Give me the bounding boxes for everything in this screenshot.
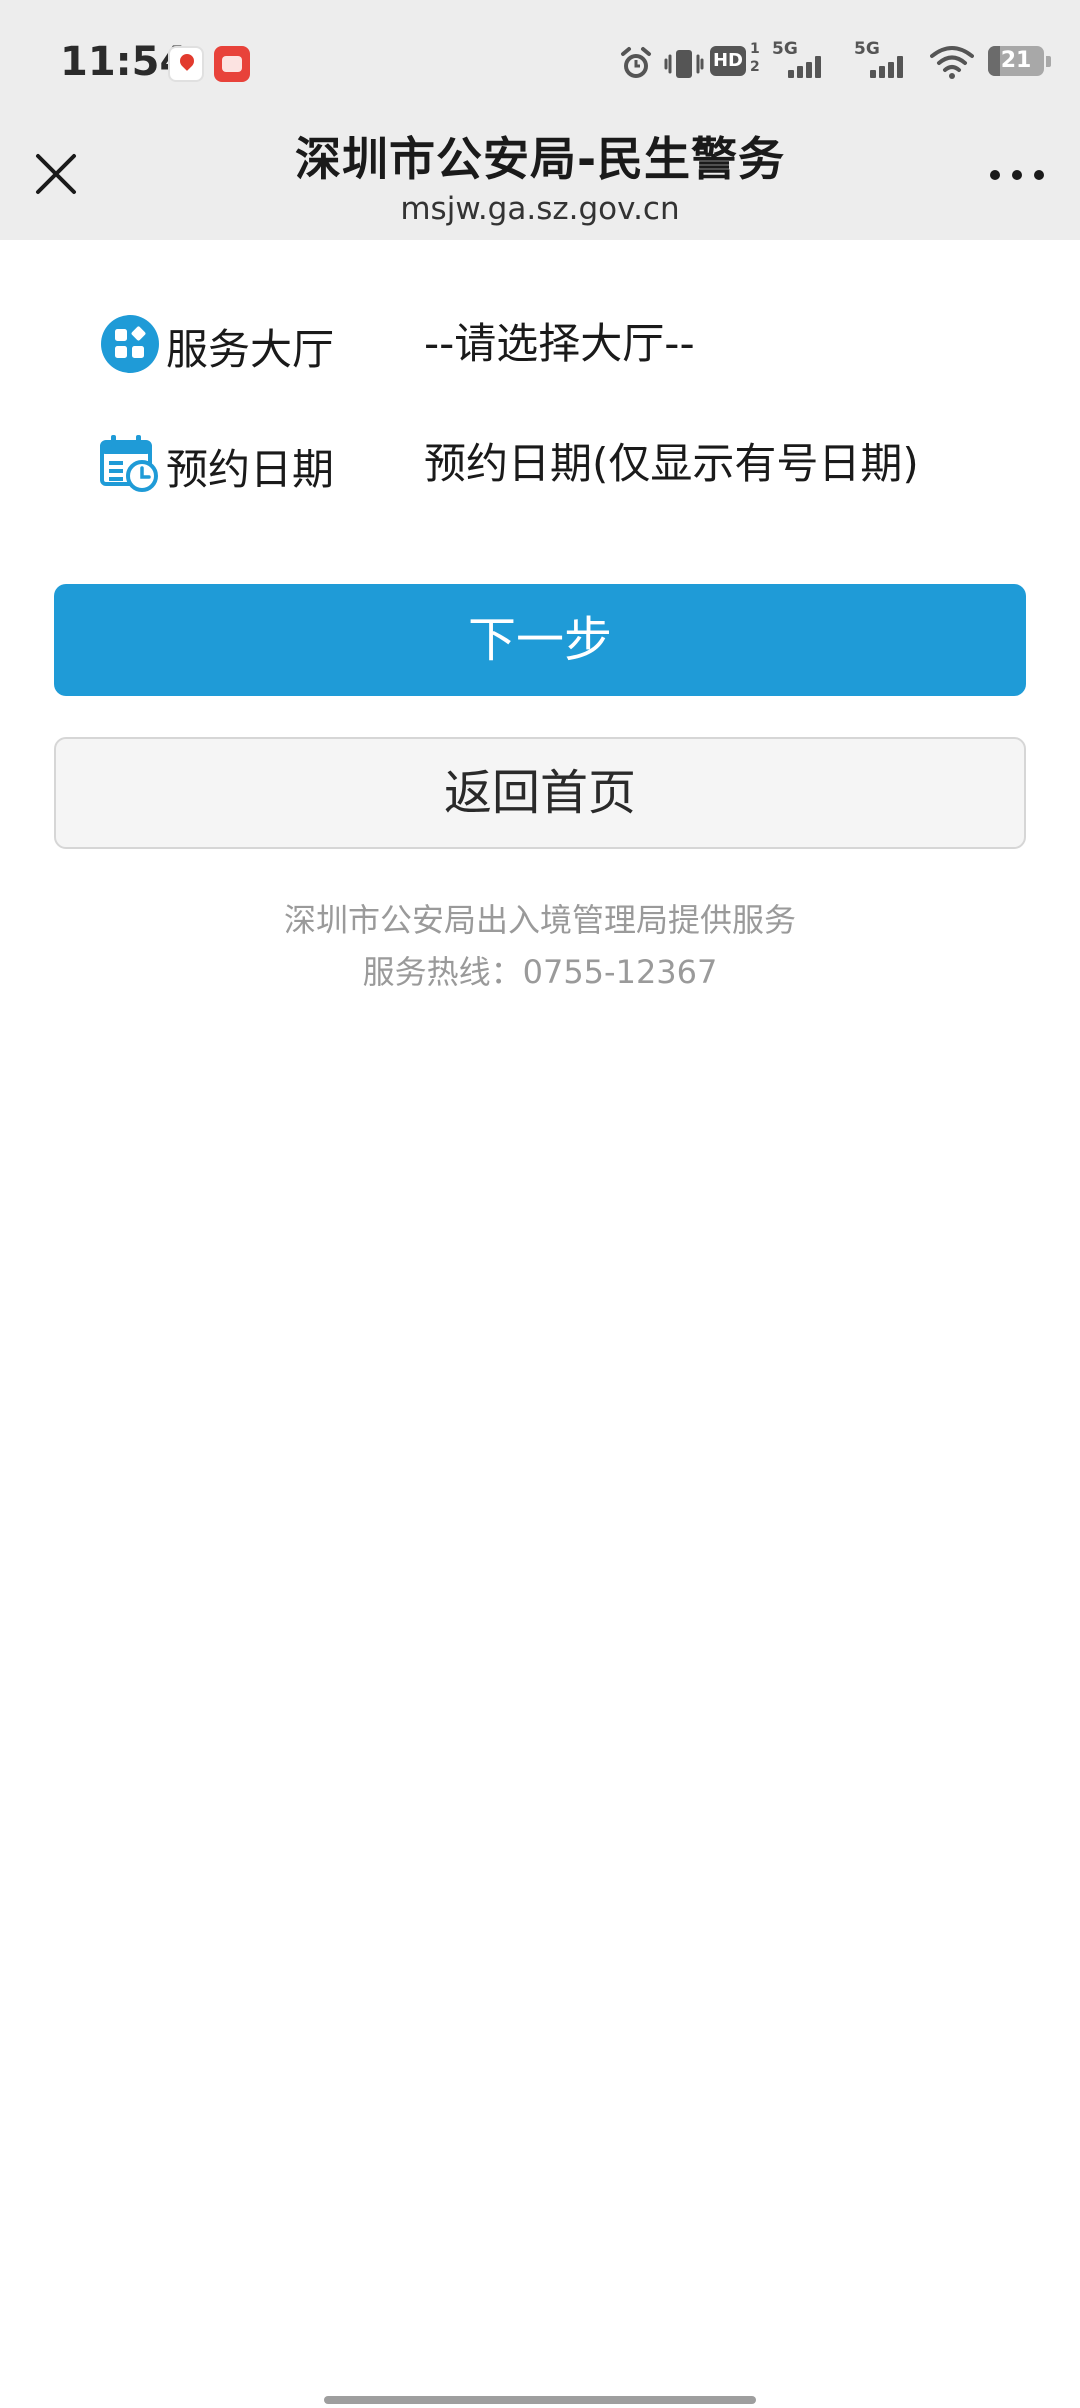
battery-icon: 21 (988, 46, 1044, 76)
footer-hotline: 服务热线：0755-12367 (362, 953, 718, 991)
battery-tip (1046, 56, 1051, 67)
status-icons: HD 1 2 5G 5G 21 (560, 40, 1080, 88)
next-step-button[interactable]: 下一步 (54, 584, 1026, 696)
page-url: msjw.ga.sz.gov.cn (400, 191, 680, 227)
appointment-date-select[interactable]: 预约日期(仅显示有号日期) (424, 436, 919, 492)
hd-voice-icon: HD (710, 46, 746, 76)
hd-sim-index: 1 2 (750, 41, 760, 75)
apps-grid-icon (101, 315, 159, 373)
battery-percent: 21 (1000, 48, 1032, 73)
vibrate-icon (664, 50, 704, 78)
calendar-clock-icon (100, 435, 158, 492)
more-dots-icon[interactable] (986, 154, 1050, 194)
footer-provider: 深圳市公安局出入境管理局提供服务 (283, 901, 796, 939)
signal-sim1-icon: 5G (772, 40, 821, 80)
home-indicator[interactable] (324, 2396, 756, 2404)
page-title: 深圳市公安局-民生警务 (294, 132, 786, 186)
app-notification-icon (214, 46, 250, 82)
status-bar: 11:54 HD 1 2 5G 5G 21 (0, 0, 1080, 124)
signal-sim2-icon: 5G (854, 40, 903, 80)
service-hall-label: 服务大厅 (166, 325, 335, 374)
wifi-icon (930, 46, 974, 79)
appointment-date-row[interactable]: 预约日期 预约日期(仅显示有号日期) (0, 420, 1080, 520)
alarm-icon (621, 47, 651, 78)
service-hall-select[interactable]: --请选择大厅-- (424, 316, 695, 372)
appointment-date-label: 预约日期 (166, 445, 335, 494)
back-to-home-button[interactable]: 返回首页 (54, 737, 1026, 849)
map-notification-icon (168, 46, 204, 82)
title-bar: 深圳市公安局-民生警务 msjw.ga.sz.gov.cn (0, 124, 1080, 240)
service-hall-row[interactable]: 服务大厅 --请选择大厅-- (0, 300, 1080, 400)
